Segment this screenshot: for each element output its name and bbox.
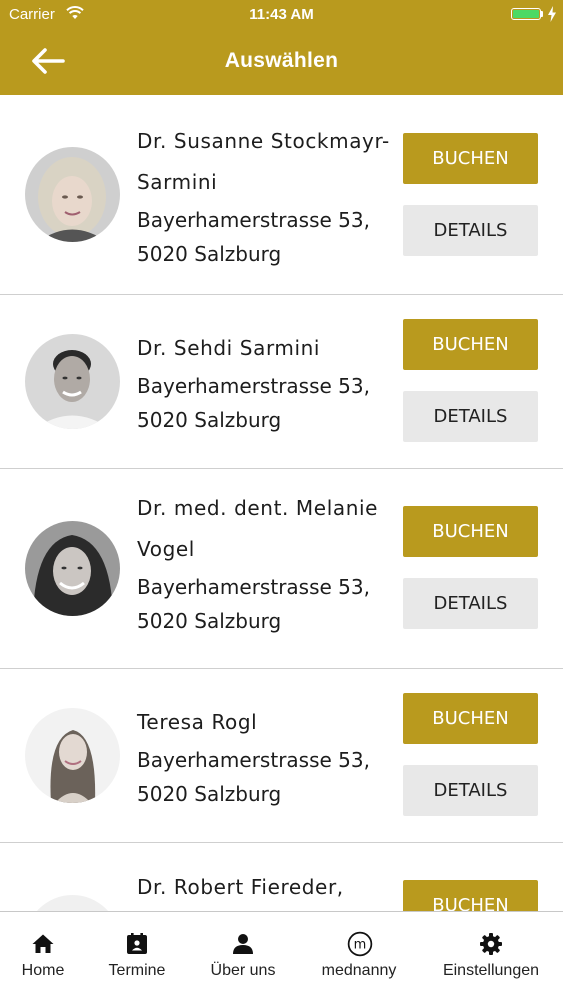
doctor-row: Dr. med. dent. Melanie Vogel Bayerhamers… [0,469,563,669]
doctor-row: Dr. Sehdi Sarmini Bayerhamerstrasse 53, … [0,295,563,469]
status-time: 11:43 AM [249,6,314,23]
book-button[interactable]: BUCHEN [403,133,538,184]
home-icon [32,934,54,953]
tab-label: Über uns [210,962,276,979]
doctor-list[interactable]: Dr. Susanne Stockmayr-Sarmini Bayerhamer… [0,95,563,911]
calendar-icon [127,933,147,954]
doctor-name: Dr. Robert Fiereder, [137,875,344,899]
doctor-address: Bayerhamerstrasse 53, 5020 Salzburg [137,374,370,432]
doctor-name: Teresa Rogl [137,710,258,734]
tab-mednanny[interactable]: m mednanny [304,912,414,1000]
doctor-address: Bayerhamerstrasse 53, 5020 Salzburg [137,575,370,633]
book-button[interactable]: BUCHEN [403,319,538,370]
book-button[interactable]: BUCHEN [403,880,538,911]
tab-ueber-uns[interactable]: Über uns [188,912,298,1000]
doctor-address: Bayerhamerstrasse 53, 5020 Salzburg [137,208,370,266]
mednanny-logo-icon: m [347,931,373,957]
svg-text:m: m [354,937,367,952]
book-button[interactable]: BUCHEN [403,693,538,744]
doctor-row: Teresa Rogl Bayerhamerstrasse 53, 5020 S… [0,669,563,843]
doctor-row: Dr. Robert Fiereder, BUCHEN [0,843,563,911]
details-button[interactable]: DETAILS [403,578,538,629]
tab-bar: Home Termine Über uns m mednanny Einstel… [0,911,563,1000]
charging-bolt-icon [547,6,557,22]
tab-termine[interactable]: Termine [82,912,192,1000]
tab-label: mednanny [321,962,397,979]
status-bar: Carrier 11:43 AM [0,0,563,30]
avatar [25,147,120,242]
tab-einstellungen[interactable]: Einstellungen [436,912,546,1000]
book-button[interactable]: BUCHEN [403,506,538,557]
avatar [25,895,120,911]
avatar [25,708,120,803]
avatar [25,521,120,616]
doctor-name: Dr. Sehdi Sarmini [137,336,321,360]
person-icon [233,934,253,954]
doctor-name: Dr. med. dent. Melanie Vogel [137,496,379,561]
doctor-row: Dr. Susanne Stockmayr-Sarmini Bayerhamer… [0,95,563,295]
page-title: Auswählen [224,49,339,72]
gear-icon [480,933,502,955]
tab-label: Einstellungen [442,962,540,979]
details-button[interactable]: DETAILS [403,391,538,442]
avatar [25,334,120,429]
app-header: Carrier 11:43 AM Auswählen [0,0,563,95]
doctor-name: Dr. Susanne Stockmayr-Sarmini [137,129,390,194]
doctor-address: Bayerhamerstrasse 53, 5020 Salzburg [137,748,370,806]
details-button[interactable]: DETAILS [403,765,538,816]
battery-icon [511,8,541,20]
details-button[interactable]: DETAILS [403,205,538,256]
